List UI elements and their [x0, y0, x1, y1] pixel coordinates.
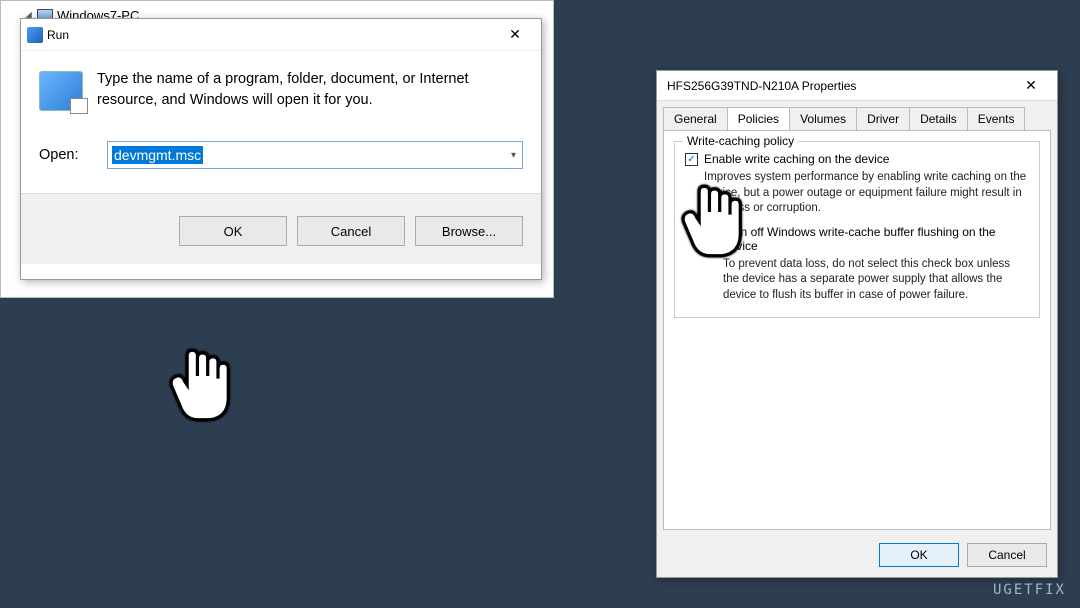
open-value: devmgmt.msc: [112, 146, 203, 164]
turn-off-flush-label: Turn off Windows write-cache buffer flus…: [723, 225, 1029, 253]
run-program-icon: [39, 71, 83, 111]
tab-body-policies: Write-caching policy Enable write cachin…: [663, 130, 1051, 530]
ok-button[interactable]: OK: [879, 543, 959, 567]
ok-button[interactable]: OK: [179, 216, 287, 246]
browse-button[interactable]: Browse...: [415, 216, 523, 246]
run-icon: [27, 27, 43, 43]
turn-off-flush-desc: To prevent data loss, do not select this…: [685, 257, 1029, 304]
enable-write-cache-label: Enable write caching on the device: [704, 152, 889, 166]
tab-policies[interactable]: Policies: [727, 107, 790, 130]
enable-write-cache-checkbox[interactable]: [685, 153, 698, 166]
tab-driver[interactable]: Driver: [856, 107, 910, 130]
watermark: UGETFIX: [993, 582, 1066, 598]
tab-events[interactable]: Events: [967, 107, 1026, 130]
enable-write-cache-desc: Improves system performance by enabling …: [685, 170, 1029, 217]
run-button-row: OK Cancel Browse...: [21, 193, 541, 264]
properties-dialog: HFS256G39TND-N210A Properties ✕ General …: [656, 70, 1058, 578]
open-combobox[interactable]: devmgmt.msc ▾: [107, 141, 523, 169]
hand-cursor-icon: [160, 340, 240, 430]
write-caching-group: Write-caching policy Enable write cachin…: [674, 141, 1040, 318]
cancel-button[interactable]: Cancel: [297, 216, 405, 246]
run-title: Run: [43, 28, 495, 42]
run-description: Type the name of a program, folder, docu…: [97, 69, 523, 111]
props-title: HFS256G39TND-N210A Properties: [663, 79, 1011, 93]
turn-off-flush-checkbox[interactable]: [704, 226, 717, 239]
close-icon[interactable]: ✕: [1011, 77, 1051, 94]
props-titlebar[interactable]: HFS256G39TND-N210A Properties ✕: [657, 71, 1057, 101]
chevron-down-icon[interactable]: ▾: [511, 150, 516, 161]
group-legend: Write-caching policy: [683, 134, 798, 148]
run-body: Type the name of a program, folder, docu…: [21, 51, 541, 169]
open-label: Open:: [39, 147, 95, 163]
props-button-row: OK Cancel: [879, 543, 1047, 567]
tab-details[interactable]: Details: [909, 107, 968, 130]
props-tabs: General Policies Volumes Driver Details …: [657, 101, 1057, 130]
tab-general[interactable]: General: [663, 107, 728, 130]
cancel-button[interactable]: Cancel: [967, 543, 1047, 567]
tab-volumes[interactable]: Volumes: [789, 107, 857, 130]
run-titlebar[interactable]: Run ✕: [21, 19, 541, 51]
run-dialog: Run ✕ Type the name of a program, folder…: [20, 18, 542, 280]
close-icon[interactable]: ✕: [495, 26, 535, 43]
